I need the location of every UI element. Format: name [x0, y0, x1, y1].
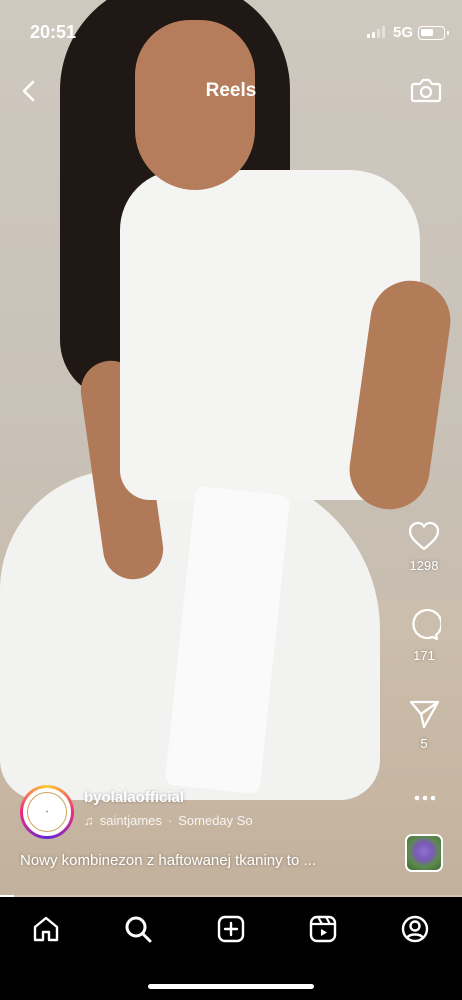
profile-icon[interactable]: [400, 914, 430, 944]
reel-video[interactable]: [0, 0, 462, 897]
audio-thumbnail[interactable]: [405, 834, 443, 872]
signal-icon: [367, 26, 385, 38]
like-count: 1298: [409, 558, 439, 573]
status-time: 20:51: [30, 22, 77, 42]
music-info[interactable]: ♫ saintjames · Someday So: [84, 813, 253, 828]
page-title: Reels: [205, 80, 257, 101]
post-caption[interactable]: Nowy kombinezon z haftowanej tkaniny to …: [20, 852, 316, 869]
battery-icon: [418, 26, 449, 40]
creator-info: ✦ byolalaofficial ♫ saintjames · Someday…: [20, 785, 390, 840]
more-horizontal-icon[interactable]: [412, 788, 438, 808]
comment-bubble-icon[interactable]: [407, 608, 441, 642]
avatar[interactable]: ✦: [20, 785, 74, 839]
camera-icon[interactable]: [410, 75, 442, 105]
search-icon[interactable]: [123, 914, 153, 944]
comment-count: 171: [413, 648, 435, 663]
brand-logo-icon: ✦: [27, 792, 67, 832]
home-indicator: [148, 984, 314, 989]
status-bar: 20:51 5G: [0, 0, 462, 60]
comment-action[interactable]: 171: [400, 608, 448, 663]
share-action[interactable]: 5: [400, 698, 448, 751]
music-note-icon: ♫: [84, 813, 94, 828]
music-artist: saintjames: [99, 813, 162, 828]
nav-create[interactable]: [211, 909, 251, 949]
music-track: Someday So: [178, 813, 253, 828]
plus-square-icon[interactable]: [216, 914, 246, 944]
nav-home[interactable]: [26, 909, 66, 949]
paper-plane-icon[interactable]: [407, 698, 441, 730]
home-icon[interactable]: [31, 914, 61, 944]
music-separator: ·: [167, 813, 173, 828]
like-action[interactable]: 1298: [400, 520, 448, 573]
reels-header: Reels: [0, 72, 462, 112]
username[interactable]: byolalaofficial: [84, 789, 184, 806]
heart-icon[interactable]: [407, 520, 441, 552]
reels-icon[interactable]: [308, 914, 338, 944]
nav-profile[interactable]: [395, 909, 435, 949]
nav-reels[interactable]: [303, 909, 343, 949]
network-type: 5G: [393, 24, 414, 41]
nav-search[interactable]: [118, 909, 158, 949]
share-count: 5: [420, 736, 428, 751]
